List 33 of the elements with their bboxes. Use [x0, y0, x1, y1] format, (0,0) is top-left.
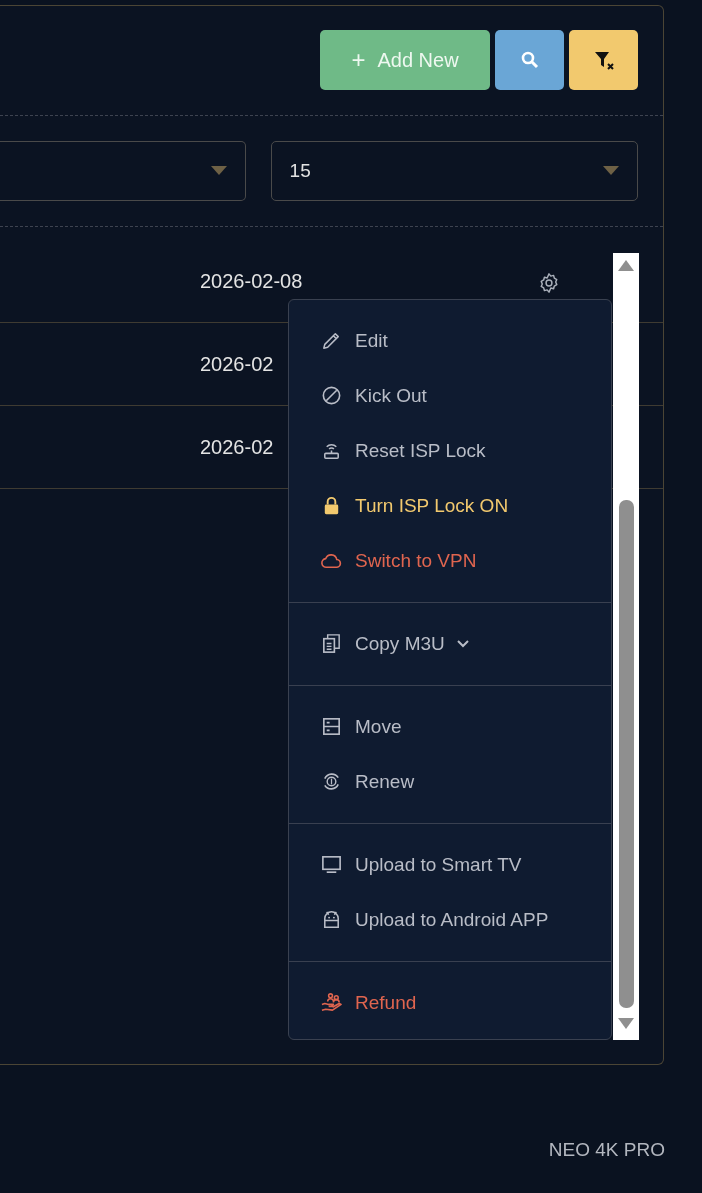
clear-filter-button[interactable]: [569, 30, 638, 90]
date-cell: 2026-02-08: [200, 270, 303, 293]
menu-item[interactable]: Upload to Android APP: [289, 892, 611, 947]
settings-icon[interactable]: [538, 272, 560, 294]
menu-item[interactable]: Copy M3U: [289, 616, 611, 671]
select-field[interactable]: [0, 141, 246, 201]
menu-item[interactable]: Upload to Smart TV: [289, 837, 611, 892]
brand-label: NEO 4K PRO: [548, 1139, 665, 1161]
monitor-icon: [320, 853, 343, 876]
search-button[interactable]: [495, 30, 564, 90]
scroll-down-icon[interactable]: [618, 1018, 634, 1030]
copy-icon: [320, 632, 343, 655]
hand-people-icon: [320, 991, 343, 1014]
menu-item[interactable]: Kick Out: [289, 368, 611, 423]
chevron-down-icon: [456, 638, 469, 649]
caret-icon: [603, 166, 619, 176]
menu-item[interactable]: Switch to VPN: [289, 533, 611, 588]
page-size-select[interactable]: 15: [270, 141, 638, 201]
menu-item[interactable]: Refund: [289, 975, 611, 1030]
scroll-up-icon[interactable]: [618, 259, 634, 271]
menu-item[interactable]: Renew: [289, 754, 611, 809]
ban-icon: [320, 384, 343, 407]
menu-item[interactable]: Edit: [289, 313, 611, 368]
search-icon: [519, 50, 540, 70]
scrollbar-thumb[interactable]: [619, 500, 634, 1008]
menu-item[interactable]: Move: [289, 699, 611, 754]
date-cell: 2026-02: [200, 435, 274, 459]
scrollbar[interactable]: [613, 253, 639, 1040]
server-icon: [320, 715, 343, 738]
caret-icon: [210, 166, 227, 176]
menu-item[interactable]: Reset ISP Lock: [289, 423, 611, 478]
menu-item[interactable]: Turn ISP Lock ON: [289, 478, 611, 533]
date-cell: 2026-02: [200, 352, 274, 376]
